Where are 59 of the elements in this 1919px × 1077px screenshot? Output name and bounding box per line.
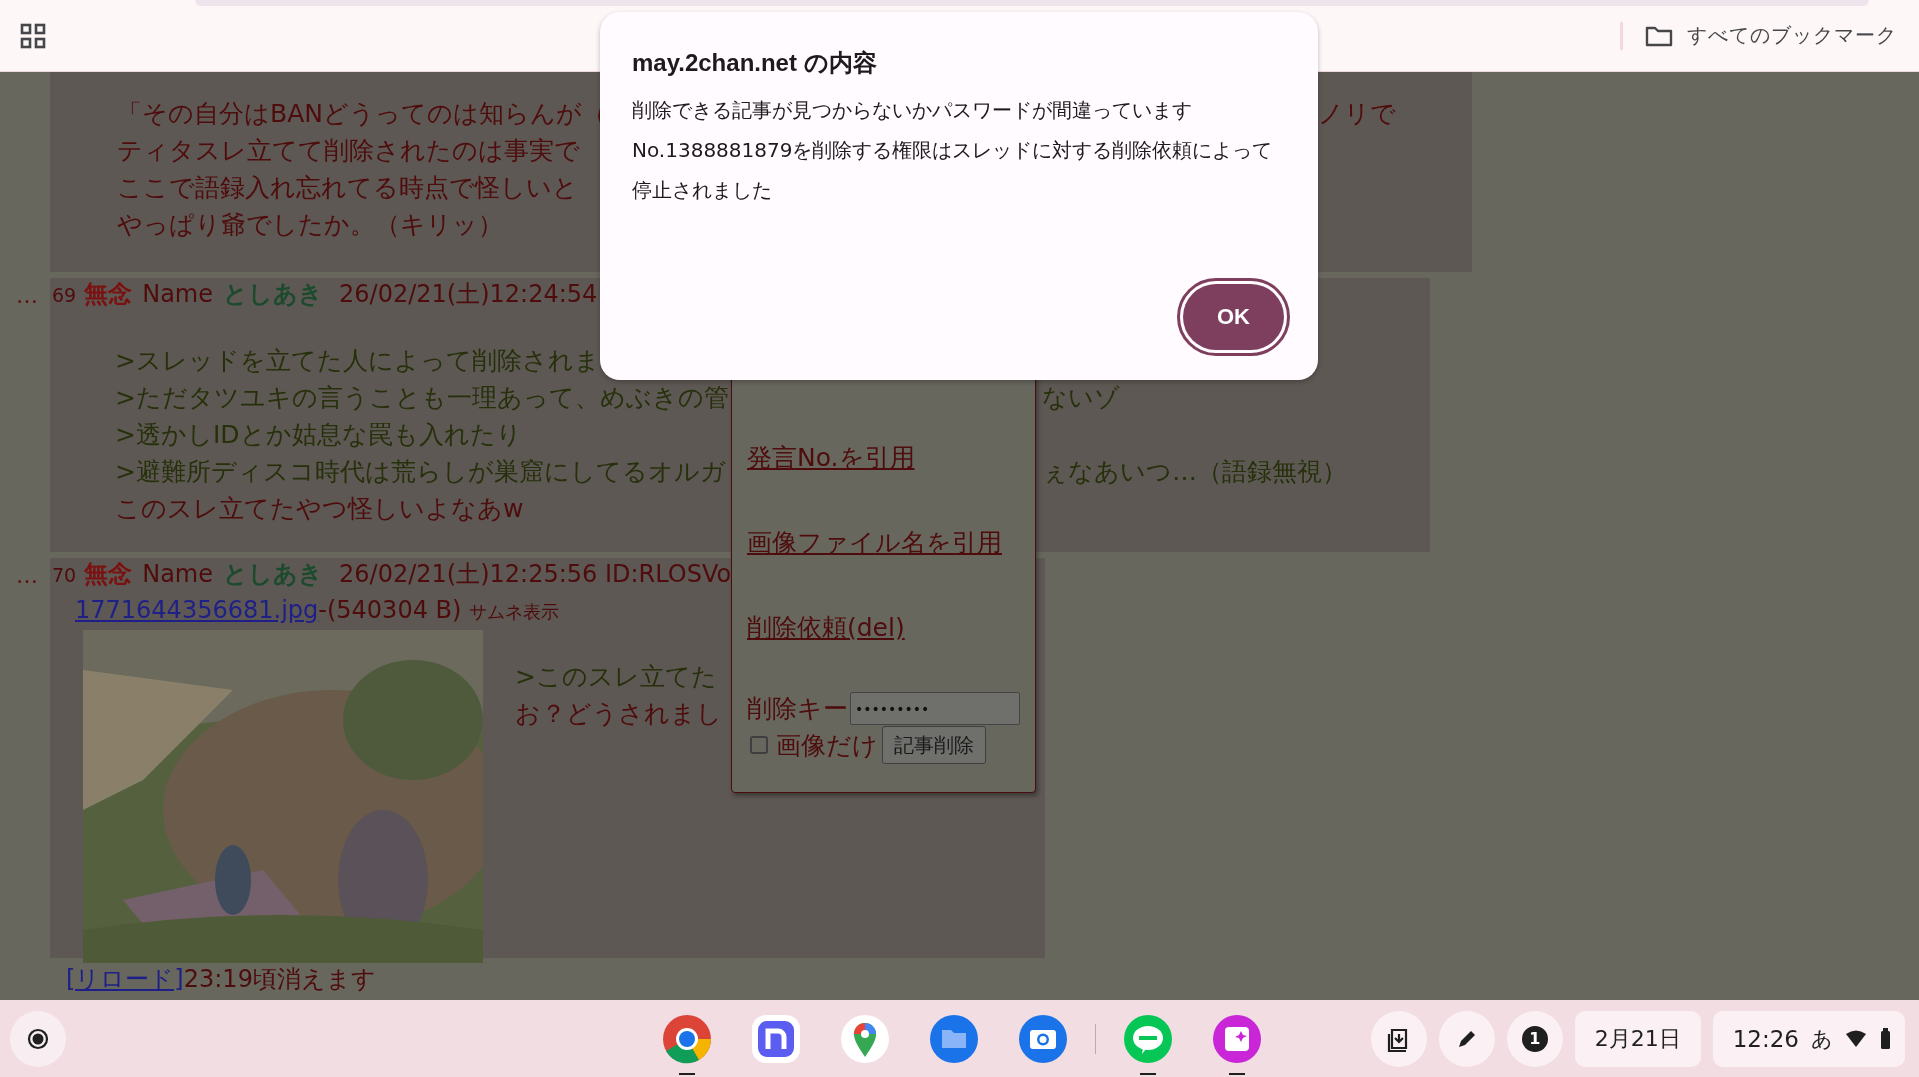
ok-button[interactable]: OK: [1177, 278, 1290, 356]
status-area[interactable]: 12:26 あ: [1712, 1010, 1905, 1067]
quote-text: >ただタツユキの言うことも一理あって、めぶきの管: [115, 382, 729, 414]
post-date: 26/02/21(土)12:24:54: [339, 279, 598, 310]
menu-link[interactable]: 画像ファイル名を引用: [747, 522, 1002, 607]
menu-link[interactable]: 削除依頼(del): [747, 607, 905, 692]
post-text: ティタスレ立てて削除されたのは事実で: [117, 135, 580, 167]
poster-name: としあき: [223, 279, 323, 310]
post-menu-button[interactable]: …: [16, 558, 38, 594]
image-only-checkbox[interactable]: [750, 736, 768, 754]
app-icon[interactable]: [750, 1012, 802, 1065]
quote-text: ないゾ: [1042, 382, 1120, 414]
image-only-label: 画像だけ: [776, 729, 878, 762]
post-number: 69: [52, 284, 77, 306]
post-menu-button[interactable]: …: [16, 278, 38, 314]
battery-icon: [1879, 1027, 1891, 1050]
quote-text: ぇなあいつ…（語録無視）: [1042, 456, 1347, 488]
thumbnail-link[interactable]: サムネ表示: [469, 600, 560, 624]
app-icon[interactable]: [1017, 1012, 1069, 1065]
expiry-text: 23:19頃消えます: [183, 965, 376, 993]
app-icon[interactable]: [928, 1012, 980, 1065]
name-label: Name: [142, 280, 213, 308]
bookmarks-button[interactable]: すべてのブックマーク: [1645, 22, 1897, 49]
folder-icon: [1645, 24, 1673, 47]
delete-button[interactable]: 記事削除: [882, 726, 986, 764]
name-label: Name: [142, 560, 213, 588]
delete-key-label: 削除キー: [747, 693, 848, 725]
app-icon[interactable]: [661, 1012, 713, 1065]
menu-link[interactable]: 発言No.を引用: [747, 437, 915, 522]
dialog-message: 削除できる記事が見つからないかパスワードが間違っています: [632, 97, 1193, 124]
post-text: お？どうされまし: [515, 698, 722, 730]
post-text: やっぱり爺でしたか。（キリッ）: [117, 209, 503, 241]
app-icon[interactable]: [839, 1012, 891, 1065]
post-date: 26/02/21(土)12:25:56 ID:RLOSVo: [339, 559, 732, 590]
file-link[interactable]: 1771644356681.jpg: [75, 596, 319, 624]
post-subject: 無念: [84, 279, 133, 310]
clock-text: 12:26: [1732, 1025, 1799, 1052]
post-text: このスレ立てたやつ怪しいよなあw: [115, 493, 524, 525]
poster-name: としあき: [223, 559, 323, 590]
app-icon[interactable]: [1211, 1012, 1263, 1065]
ime-indicator: あ: [1811, 1025, 1833, 1053]
post-number: 70: [52, 564, 77, 586]
dialog-message: No.1388881879を削除する権限はスレッドに対する削除依頼によって停止されました: [632, 137, 1274, 204]
password-field[interactable]: •••••••••: [850, 692, 1020, 725]
reload-link[interactable]: [リロード]: [66, 965, 184, 993]
post-text: ここで語録入れ忘れてる時点で怪しいと: [117, 172, 578, 204]
wifi-icon: [1845, 1029, 1867, 1048]
dialog-title: may.2chan.net の内容: [632, 48, 878, 78]
quote-text: >このスレ立てた: [515, 661, 717, 693]
circle-icon: [27, 1027, 49, 1050]
notification-count[interactable]: 1: [1521, 1025, 1548, 1052]
apps-grid-icon[interactable]: [20, 22, 46, 49]
post-subject: 無念: [84, 559, 133, 590]
quote-text: >スレッドを立てた人によって削除されま: [115, 345, 600, 377]
file-size: -(540304 B): [318, 596, 462, 624]
post-text: ノリで: [1318, 98, 1396, 130]
quote-text: >避難所ディスコ時代は荒らしが巣窟にしてるオルガ: [115, 456, 726, 488]
date-button[interactable]: 2月21日: [1574, 1010, 1701, 1067]
quote-text: >透かしIDとか姑息な罠も入れたり: [115, 419, 522, 451]
